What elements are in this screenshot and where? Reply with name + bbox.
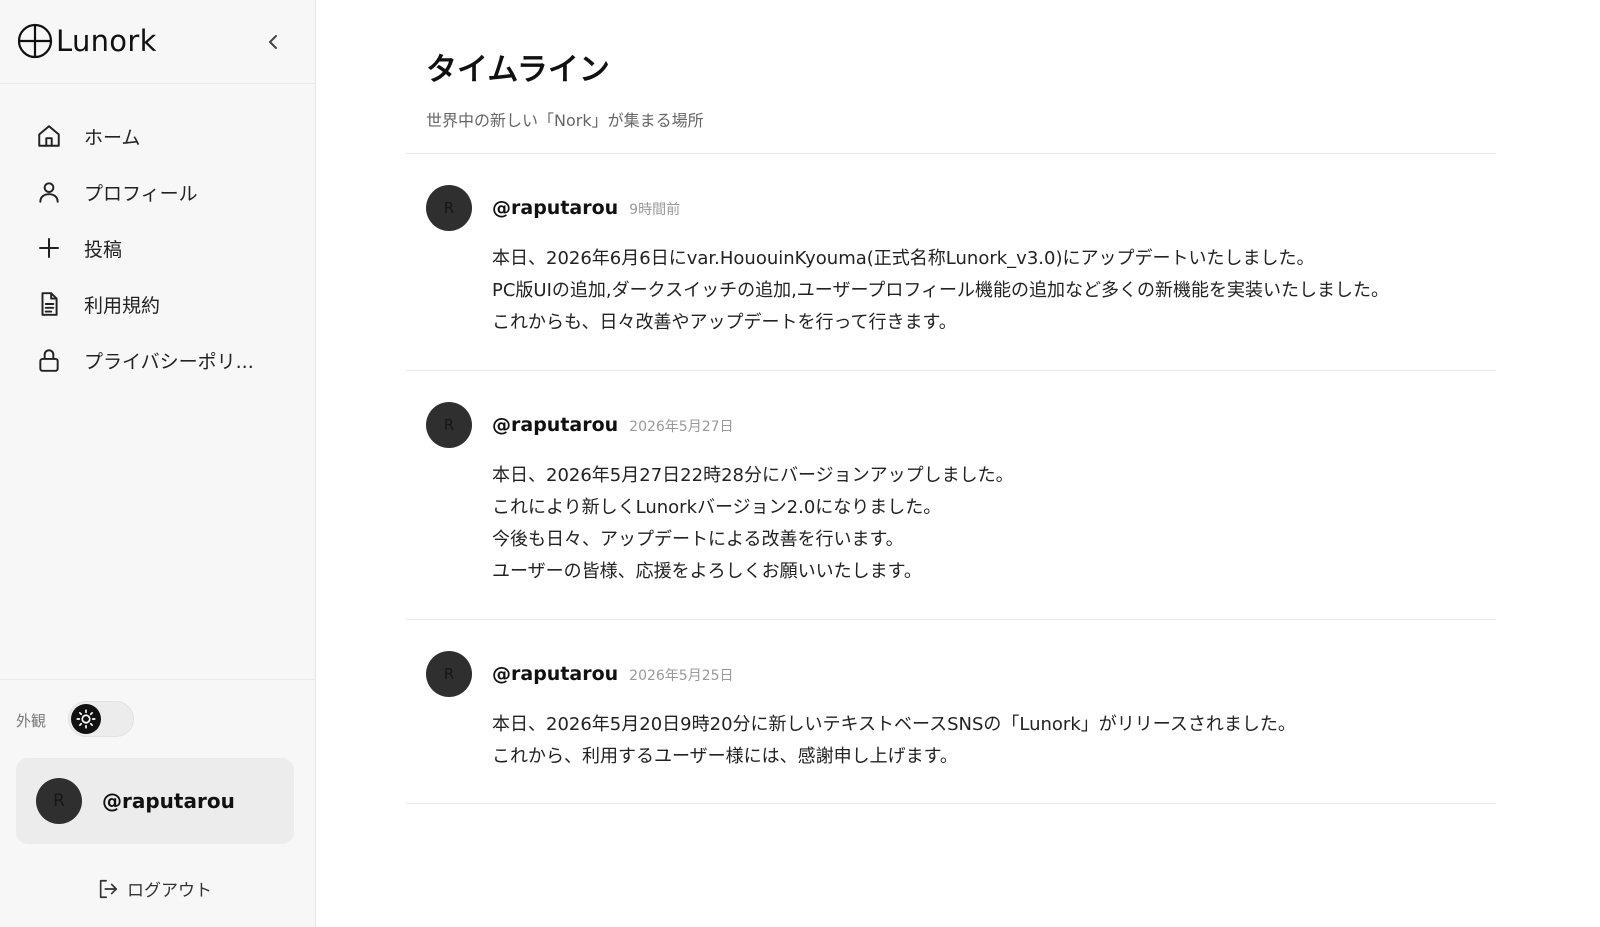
collapse-sidebar-button[interactable] [260, 28, 288, 56]
sidebar-item-label: ホーム [84, 126, 141, 149]
logo-text: Lunork [56, 24, 157, 58]
chevron-left-icon [269, 35, 277, 49]
avatar: R [36, 778, 82, 824]
post-text-line: 今後も日々、アップデートによる改善を行います。 [492, 529, 904, 550]
sun-icon [71, 704, 101, 734]
sidebar-item-label: プライバシーポリ... [84, 350, 254, 373]
timeline-main: タイムライン 世界中の新しい「Nork」が集まる場所 R @raputarou … [406, 0, 1496, 927]
divider [406, 803, 1496, 804]
post-text-line: PC版UIの追加,ダークスイッチの追加,ユーザープロフィール機能の追加など多くの… [492, 280, 1390, 301]
post-body: 本日、2026年6月6日にvar.HououinKyouma(正式名称Lunor… [492, 243, 1389, 339]
lock-icon [34, 345, 64, 375]
brand-header: Lunork [0, 0, 316, 84]
post-text-line: これにより新しくLunorkバージョン2.0になりました。 [492, 497, 942, 518]
avatar[interactable]: R [426, 402, 472, 448]
user-handle: @raputarou [102, 789, 235, 813]
divider [406, 370, 1496, 371]
post-body: 本日、2026年5月27日22時28分にバージョンアップしました。 これにより新… [492, 460, 1014, 588]
page-subtitle: 世界中の新しい「Nork」が集まる場所 [426, 111, 704, 130]
divider [406, 619, 1496, 620]
appearance-label: 外観 [16, 712, 47, 730]
logout-label: ログアウト [127, 881, 212, 901]
plus-icon [34, 233, 64, 263]
sidebar-item-profile[interactable]: プロフィール [34, 164, 294, 220]
post-meta: @raputarou 2026年5月25日 [492, 663, 734, 685]
post-username[interactable]: @raputarou [492, 197, 618, 219]
logo-mark-icon [17, 23, 53, 59]
page-header: タイムライン 世界中の新しい「Nork」が集まる場所 [426, 44, 704, 131]
post-timestamp: 9時間前 [629, 202, 681, 218]
logout-icon [99, 879, 118, 898]
user-card[interactable]: R @raputarou [16, 758, 294, 844]
sidebar-item-label: 利用規約 [84, 294, 161, 317]
sidebar-item-label: プロフィール [84, 182, 198, 205]
sidebar-item-home[interactable]: ホーム [34, 108, 294, 164]
post-body: 本日、2026年5月20日9時20分に新しいテキストベースSNSの「Lunork… [492, 709, 1296, 773]
logo[interactable]: Lunork [16, 22, 157, 60]
sidebar-item-privacy[interactable]: プライバシーポリ... [34, 332, 294, 388]
sidebar-item-post[interactable]: 投稿 [34, 220, 294, 276]
post-text-line: 本日、2026年6月6日にvar.HououinKyouma(正式名称Lunor… [492, 248, 1315, 269]
home-icon [34, 121, 64, 151]
divider [406, 153, 1496, 154]
page-title: タイムライン [426, 52, 610, 88]
sidebar-item-label: 投稿 [84, 238, 123, 261]
post-meta: @raputarou 2026年5月27日 [492, 414, 734, 436]
post-timestamp: 2026年5月27日 [629, 419, 734, 435]
logout-button[interactable]: ログアウト [97, 876, 212, 901]
post-text-line: これから、利用するユーザー様には、感謝申し上げます。 [492, 746, 958, 767]
sidebar-footer: 外観 R @raputarou ログアウト [0, 679, 316, 927]
post-timestamp: 2026年5月25日 [629, 668, 734, 684]
post-text-line: ユーザーの皆様、応援をよろしくお願いいたします。 [492, 561, 922, 582]
theme-toggle[interactable] [68, 701, 134, 737]
post-text-line: これからも、日々改善やアップデートを行って行きます。 [492, 312, 957, 333]
avatar[interactable]: R [426, 185, 472, 231]
sidebar: Lunork ホーム プロフィール 投稿 利用規約 プライバシーポリ... 外観… [0, 0, 316, 927]
document-icon [34, 289, 64, 319]
post-text-line: 本日、2026年5月20日9時20分に新しいテキストベースSNSの「Lunork… [492, 714, 1296, 735]
post-username[interactable]: @raputarou [492, 414, 618, 436]
post-text-line: 本日、2026年5月27日22時28分にバージョンアップしました。 [492, 465, 1014, 486]
post-username[interactable]: @raputarou [492, 663, 618, 685]
sidebar-item-terms[interactable]: 利用規約 [34, 276, 294, 332]
user-icon [34, 177, 64, 207]
sidebar-nav: ホーム プロフィール 投稿 利用規約 プライバシーポリ... [34, 108, 294, 388]
post-meta: @raputarou 9時間前 [492, 197, 680, 219]
avatar[interactable]: R [426, 651, 472, 697]
